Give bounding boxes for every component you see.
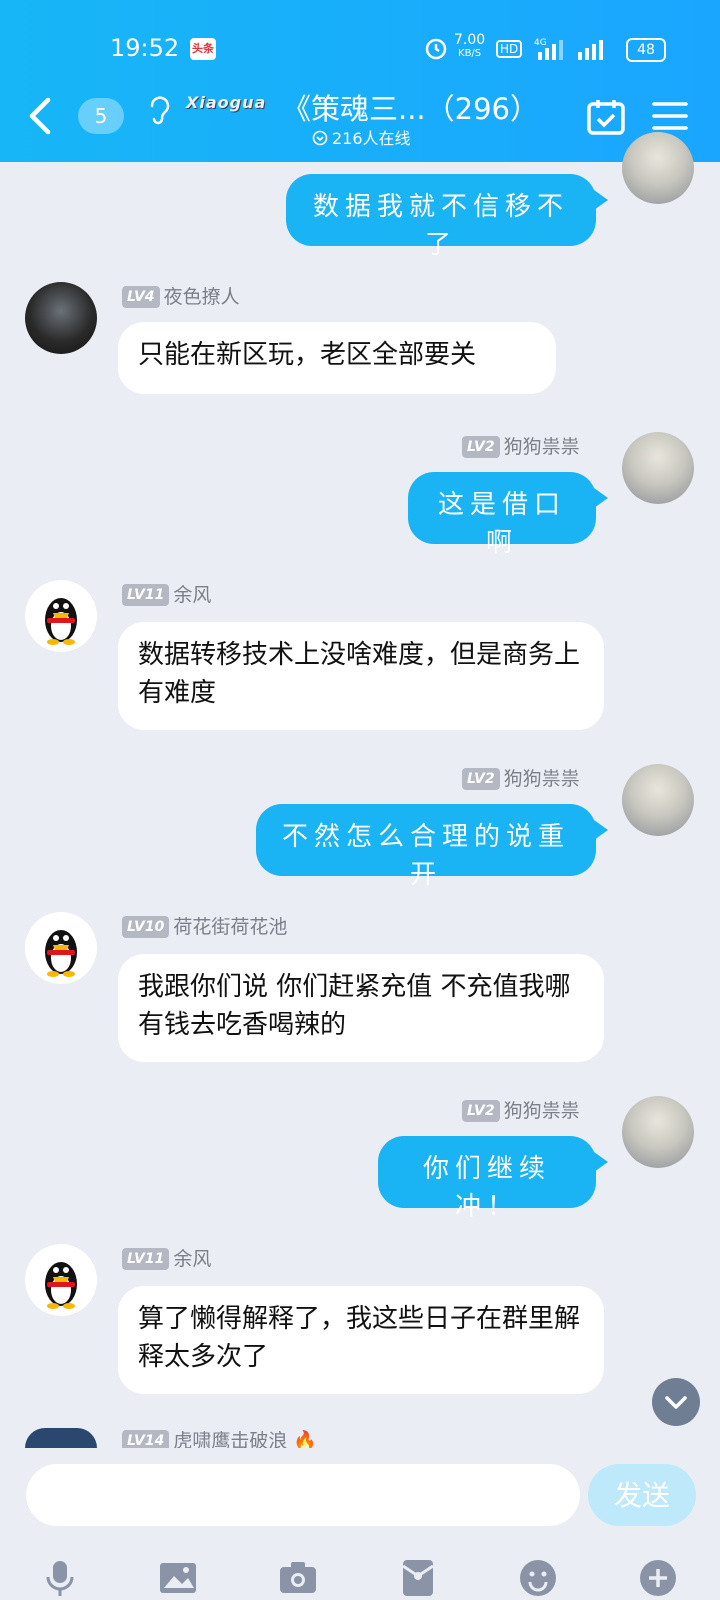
scroll-down-button[interactable] — [652, 1378, 700, 1426]
level-badge: LV11 — [122, 584, 170, 606]
message-bubble[interactable]: 只能在新区玩，老区全部要关 — [118, 322, 556, 394]
sender-info: LV4 夜色撩人 — [122, 282, 240, 309]
message-bubble[interactable]: 数据我就不信移不了 — [286, 174, 596, 260]
sender-name[interactable]: 虎啸鹰击破浪 — [173, 1430, 287, 1448]
toutiao-icon: 头条 — [190, 38, 216, 60]
message-bubble[interactable]: 我跟你们说 你们赶紧充值 不充值我哪有钱去吃香喝辣的 — [118, 954, 604, 1062]
network-speed: 7.00 KB/S — [454, 33, 485, 61]
hd-icon: HD — [496, 40, 523, 58]
signal-4g-icon: 4G — [534, 38, 563, 60]
avatar[interactable] — [25, 1428, 97, 1448]
level-badge: LV14 — [122, 1430, 170, 1448]
avatar[interactable] — [622, 132, 694, 204]
bubble-tail — [594, 820, 608, 840]
send-button[interactable]: 发送 — [588, 1464, 696, 1526]
sender-name[interactable]: 夜色撩人 — [164, 286, 240, 308]
sender-name[interactable]: 狗狗祟祟 — [504, 768, 580, 790]
sender-name[interactable]: 狗狗祟祟 — [504, 1100, 580, 1122]
message-input[interactable] — [26, 1464, 580, 1526]
network-speed-unit: KB/S — [458, 48, 482, 59]
sender-name[interactable]: 狗狗祟祟 — [504, 436, 580, 458]
red-packet-icon[interactable] — [398, 1558, 438, 1598]
avatar[interactable] — [25, 1244, 97, 1316]
sender-info: LV14 虎啸鹰击破浪 🔥 — [122, 1426, 317, 1448]
message-bubble[interactable]: 不然怎么合理的说重开 — [256, 804, 596, 890]
calendar-check-icon[interactable] — [586, 98, 626, 136]
sender-info: LV2 狗狗祟祟 — [462, 432, 580, 459]
bubble-tail — [594, 488, 608, 508]
message-bubble[interactable]: 算了懒得解释了，我这些日子在群里解释太多次了 — [118, 1286, 604, 1394]
level-badge: LV2 — [462, 1100, 500, 1122]
sender-info: LV10 荷花街荷花池 — [122, 912, 287, 939]
message-bubble[interactable]: 你们继续冲！ — [378, 1136, 596, 1222]
qq-penguin-icon — [45, 930, 77, 977]
group-title[interactable]: 《策魂三...（296） — [282, 86, 539, 128]
camera-icon[interactable] — [278, 1558, 318, 1598]
bubble-tail — [594, 1152, 608, 1172]
avatar[interactable] — [622, 432, 694, 504]
sender-info: LV2 狗狗祟祟 — [462, 1096, 580, 1123]
sender-info: LV11 余风 — [122, 580, 211, 607]
online-count: 216人在线 — [332, 129, 411, 148]
ear-icon[interactable] — [146, 94, 172, 126]
qq-penguin-icon — [45, 1262, 77, 1309]
avatar[interactable] — [622, 764, 694, 836]
image-icon[interactable] — [158, 1558, 198, 1598]
network-speed-value: 7.00 — [454, 32, 486, 48]
status-time: 19:52 — [110, 34, 180, 62]
chat-header: 19:52 头条 7.00 KB/S HD 4G 48 5 Xiaogua 《策… — [0, 0, 720, 162]
level-badge: LV4 — [122, 286, 160, 308]
fire-icon: 🔥 — [293, 1430, 318, 1448]
message-bubble[interactable]: 这是借口啊 — [408, 472, 596, 558]
microphone-icon[interactable] — [40, 1558, 80, 1598]
chevron-down-icon — [665, 1396, 687, 1409]
unread-count-badge[interactable]: 5 — [78, 98, 124, 134]
sender-info: LV11 余风 — [122, 1244, 211, 1271]
level-badge: LV11 — [122, 1248, 170, 1270]
avatar[interactable] — [25, 580, 97, 652]
battery-indicator: 48 — [626, 38, 666, 62]
back-icon[interactable] — [24, 96, 60, 136]
plus-icon[interactable] — [638, 1558, 678, 1598]
sender-name[interactable]: 荷花街荷花池 — [173, 916, 287, 938]
avatar[interactable] — [25, 912, 97, 984]
avatar[interactable] — [622, 1096, 694, 1168]
online-icon — [312, 130, 328, 146]
alarm-icon — [425, 38, 447, 60]
emoji-icon[interactable] — [518, 1558, 558, 1598]
qq-penguin-icon — [45, 598, 77, 645]
status-bar: 19:52 头条 7.00 KB/S HD 4G 48 — [0, 28, 720, 68]
signal-4g-label: 4G — [534, 38, 547, 48]
level-badge: LV2 — [462, 436, 500, 458]
input-bar: 发送 — [0, 1448, 720, 1600]
message-bubble[interactable]: 数据转移技术上没啥难度，但是商务上有难度 — [118, 622, 604, 730]
bubble-tail — [594, 190, 608, 210]
menu-icon[interactable] — [652, 100, 688, 132]
level-badge: LV2 — [462, 768, 500, 790]
level-badge: LV10 — [122, 916, 170, 938]
sender-name[interactable]: 余风 — [173, 1248, 211, 1270]
sender-info: LV2 狗狗祟祟 — [462, 764, 580, 791]
signal-5g-icon — [578, 40, 603, 60]
group-logo: Xiaogua — [186, 93, 267, 112]
avatar[interactable] — [25, 282, 97, 354]
sender-name[interactable]: 余风 — [173, 584, 211, 606]
